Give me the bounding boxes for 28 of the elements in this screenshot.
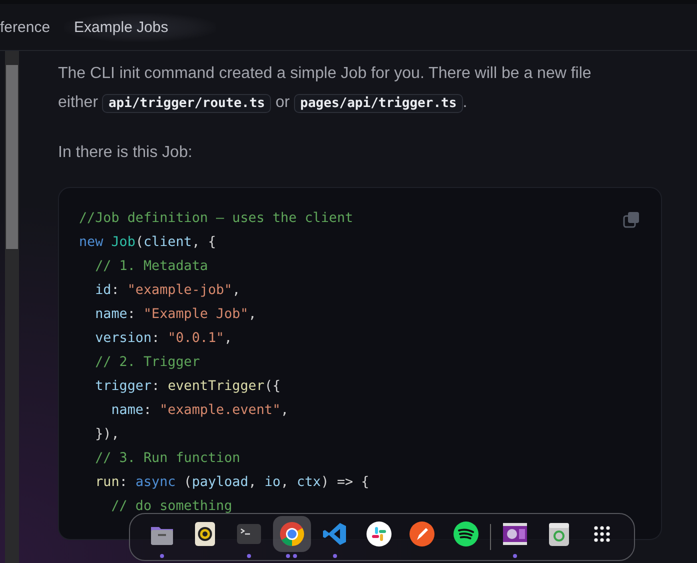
film-reel-icon[interactable] — [502, 521, 528, 547]
scrollbar[interactable] — [5, 51, 19, 563]
paragraph: In there is this Job: — [58, 143, 194, 163]
music-icon[interactable] — [452, 521, 479, 547]
folder-icon[interactable] — [150, 527, 173, 545]
code-line: // do something — [110, 498, 232, 516]
hashtag-logo-icon[interactable] — [366, 521, 392, 547]
code-line: // 2. Trigger — [94, 354, 200, 372]
code-line: version: "0.0.1", — [94, 330, 232, 348]
pen-icon[interactable] — [409, 521, 436, 547]
code-line: }), — [94, 426, 120, 444]
code-line: // 3. Run function — [94, 450, 240, 468]
code-editor-icon[interactable] — [323, 522, 348, 546]
paragraph: The CLI init command created a simple Job for you. There will be a new file either api/trigger/route.ts or pages/api/trigger.ts . — [58, 64, 592, 115]
speaker-icon[interactable] — [194, 521, 216, 547]
code-line: //Job definition – uses the client — [79, 210, 354, 228]
code-line: trigger: eventTrigger({ — [94, 378, 281, 396]
terminal-icon[interactable] — [236, 522, 262, 546]
code-line: name: "example.event", — [110, 402, 289, 420]
apps-grid-icon[interactable] — [593, 525, 612, 543]
browser-icon[interactable] — [278, 521, 305, 547]
code-line: name: "Example Job", — [94, 306, 256, 324]
code-line: id: "example-job", — [94, 282, 240, 300]
trash-icon[interactable] — [548, 521, 570, 547]
code-line: new Job(client, { — [79, 234, 216, 252]
code-line: // 1. Metadata — [94, 258, 208, 276]
nav-link[interactable]: ference — [0, 12, 50, 42]
code-line: run: async (payload, io, ctx) => { — [94, 474, 370, 492]
